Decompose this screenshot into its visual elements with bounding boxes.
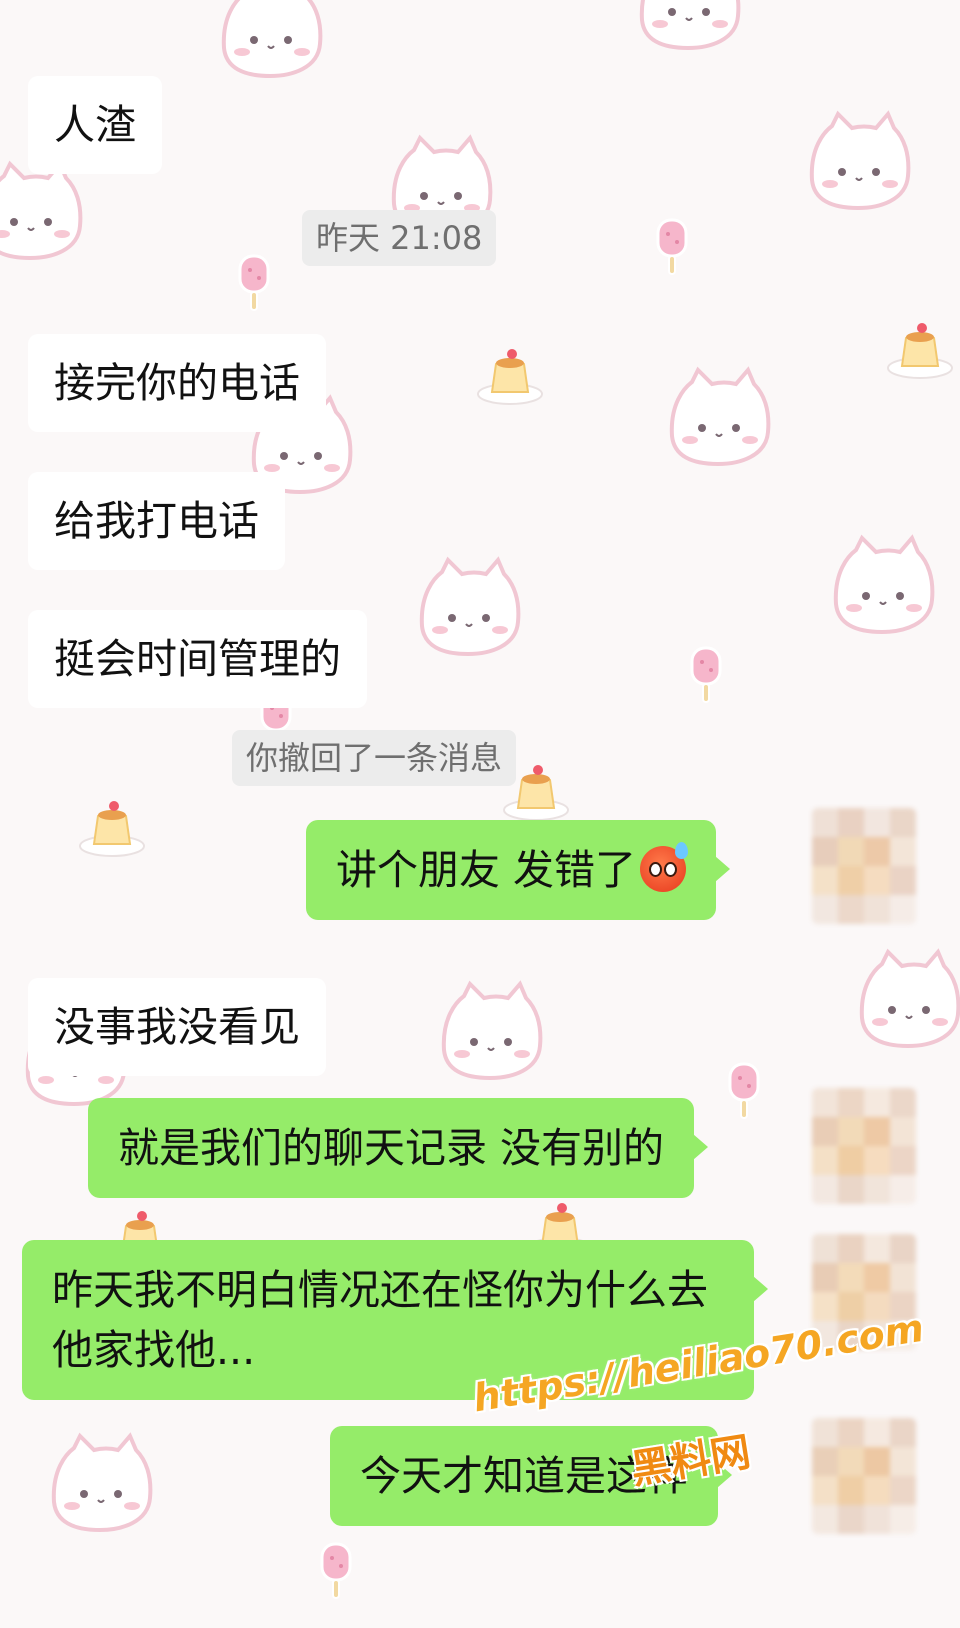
- message-text: 挺会时间管理的: [54, 635, 341, 683]
- outgoing-message[interactable]: 就是我们的聊天记录 没有别的: [88, 1098, 709, 1198]
- incoming-message[interactable]: 给我打电话: [28, 472, 285, 570]
- hot-face-sweat-emoji: [640, 842, 689, 892]
- incoming-message[interactable]: 没事我没看见: [28, 978, 326, 1076]
- message-text: 讲个朋友 发错了: [336, 846, 637, 894]
- incoming-message[interactable]: 挺会时间管理的: [28, 610, 367, 708]
- user-avatar[interactable]: [812, 1418, 916, 1534]
- message-text: 就是我们的聊天记录 没有别的: [118, 1124, 665, 1172]
- message-text: 人渣: [54, 101, 136, 149]
- timestamp-tag: 昨天 21:08: [302, 210, 497, 266]
- incoming-message[interactable]: 人渣: [28, 76, 162, 174]
- message-text: 给我打电话: [54, 497, 259, 545]
- user-avatar[interactable]: [812, 1088, 916, 1204]
- message-text: 没事我没看见: [54, 1003, 300, 1051]
- user-avatar[interactable]: [812, 808, 916, 924]
- recall-notice: 你撤回了一条消息: [232, 730, 517, 786]
- message-text: 接完你的电话: [54, 359, 300, 407]
- outgoing-message[interactable]: 讲个朋友 发错了: [306, 820, 731, 920]
- incoming-message[interactable]: 接完你的电话: [28, 334, 326, 432]
